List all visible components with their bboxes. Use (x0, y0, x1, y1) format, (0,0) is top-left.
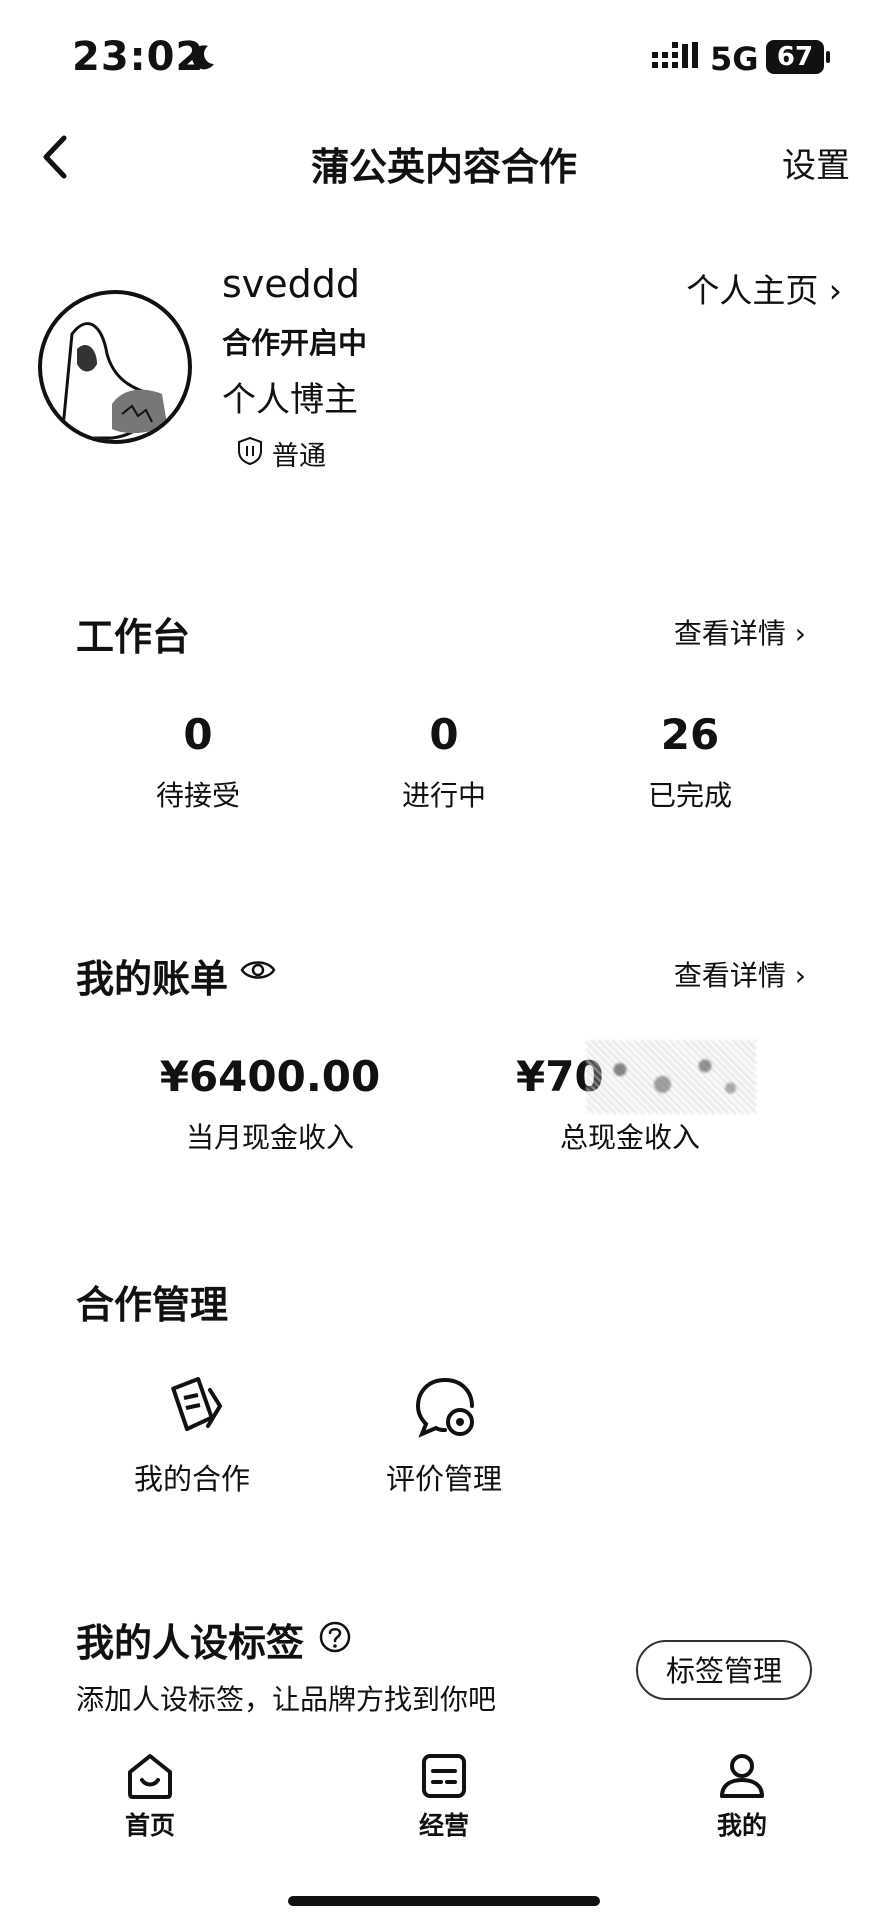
stat-completed-value[interactable]: 26 (590, 710, 790, 759)
battery-indicator: 67 (766, 40, 832, 74)
stat-pending-label: 待接受 (155, 779, 240, 812)
my-cooperation-label: 我的合作 (133, 1462, 250, 1496)
level-badge: 普通 (272, 441, 326, 472)
eye-icon[interactable] (240, 956, 276, 984)
persona-tags-subtitle: 添加人设标签，让品牌方找到你吧 (76, 1683, 497, 1716)
battery-level: 67 (776, 42, 814, 72)
stat-pending-value[interactable]: 0 (98, 710, 298, 759)
cooperation-title: 合作管理 (76, 1283, 229, 1327)
workbench-detail-link[interactable]: 查看详情 › (674, 612, 806, 652)
cooperation-status: 合作开启中 (222, 326, 368, 360)
stat-completed-label: 已完成 (647, 779, 732, 812)
home-icon (128, 1754, 172, 1799)
tag-management-button[interactable]: 标签管理 (636, 1640, 812, 1700)
redacted-mask (586, 1040, 756, 1114)
business-icon (422, 1754, 466, 1798)
personal-homepage-link[interactable]: 个人主页 › (686, 264, 842, 312)
tab-business-label: 经营 (418, 1811, 469, 1840)
my-cooperation-button[interactable]: 我的合作 (92, 1372, 292, 1502)
username: sveddd (222, 262, 361, 306)
tab-home-label: 首页 (124, 1811, 175, 1840)
review-management-label: 评价管理 (385, 1462, 502, 1496)
page-title: 蒲公英内容合作 (310, 145, 577, 189)
network-label: 5G (710, 40, 759, 78)
stat-inprogress-label: 进行中 (401, 779, 486, 812)
help-icon[interactable] (318, 1620, 352, 1654)
persona-tags-title: 我的人设标签 (76, 1621, 305, 1665)
bill-detail-link[interactable]: 查看详情 › (674, 954, 806, 994)
review-icon (415, 1378, 474, 1438)
workbench-title: 工作台 (76, 615, 191, 659)
total-income-label: 总现金收入 (559, 1121, 700, 1154)
monthly-income-label: 当月现金收入 (185, 1121, 354, 1154)
avatar-image (60, 322, 167, 440)
tab-mine[interactable]: 我的 (672, 1750, 812, 1842)
avatar[interactable] (38, 290, 192, 444)
app-screen: 23:02 5G 67 蒲公英内容合作 设置 sveddd 合作开启中 个人博主… (0, 0, 888, 1920)
tab-mine-label: 我的 (716, 1811, 767, 1840)
blogger-type: 个人博主 (222, 380, 358, 420)
home-indicator[interactable] (288, 1896, 600, 1906)
stat-inprogress-value[interactable]: 0 (344, 710, 544, 759)
signal-icon (652, 42, 698, 68)
tab-business[interactable]: 经营 (374, 1750, 514, 1842)
settings-button[interactable]: 设置 (782, 138, 850, 187)
review-management-button[interactable]: 评价管理 (344, 1372, 544, 1502)
tab-home[interactable]: 首页 (80, 1750, 220, 1842)
bill-title: 我的账单 (76, 957, 229, 1001)
status-time: 23:02 (72, 34, 205, 80)
cooperation-icon (171, 1377, 223, 1432)
monthly-income-value: ¥6400.00 (159, 1052, 381, 1101)
shield-icon (238, 436, 262, 466)
profile-icon (720, 1754, 764, 1798)
moon-icon (192, 45, 214, 70)
